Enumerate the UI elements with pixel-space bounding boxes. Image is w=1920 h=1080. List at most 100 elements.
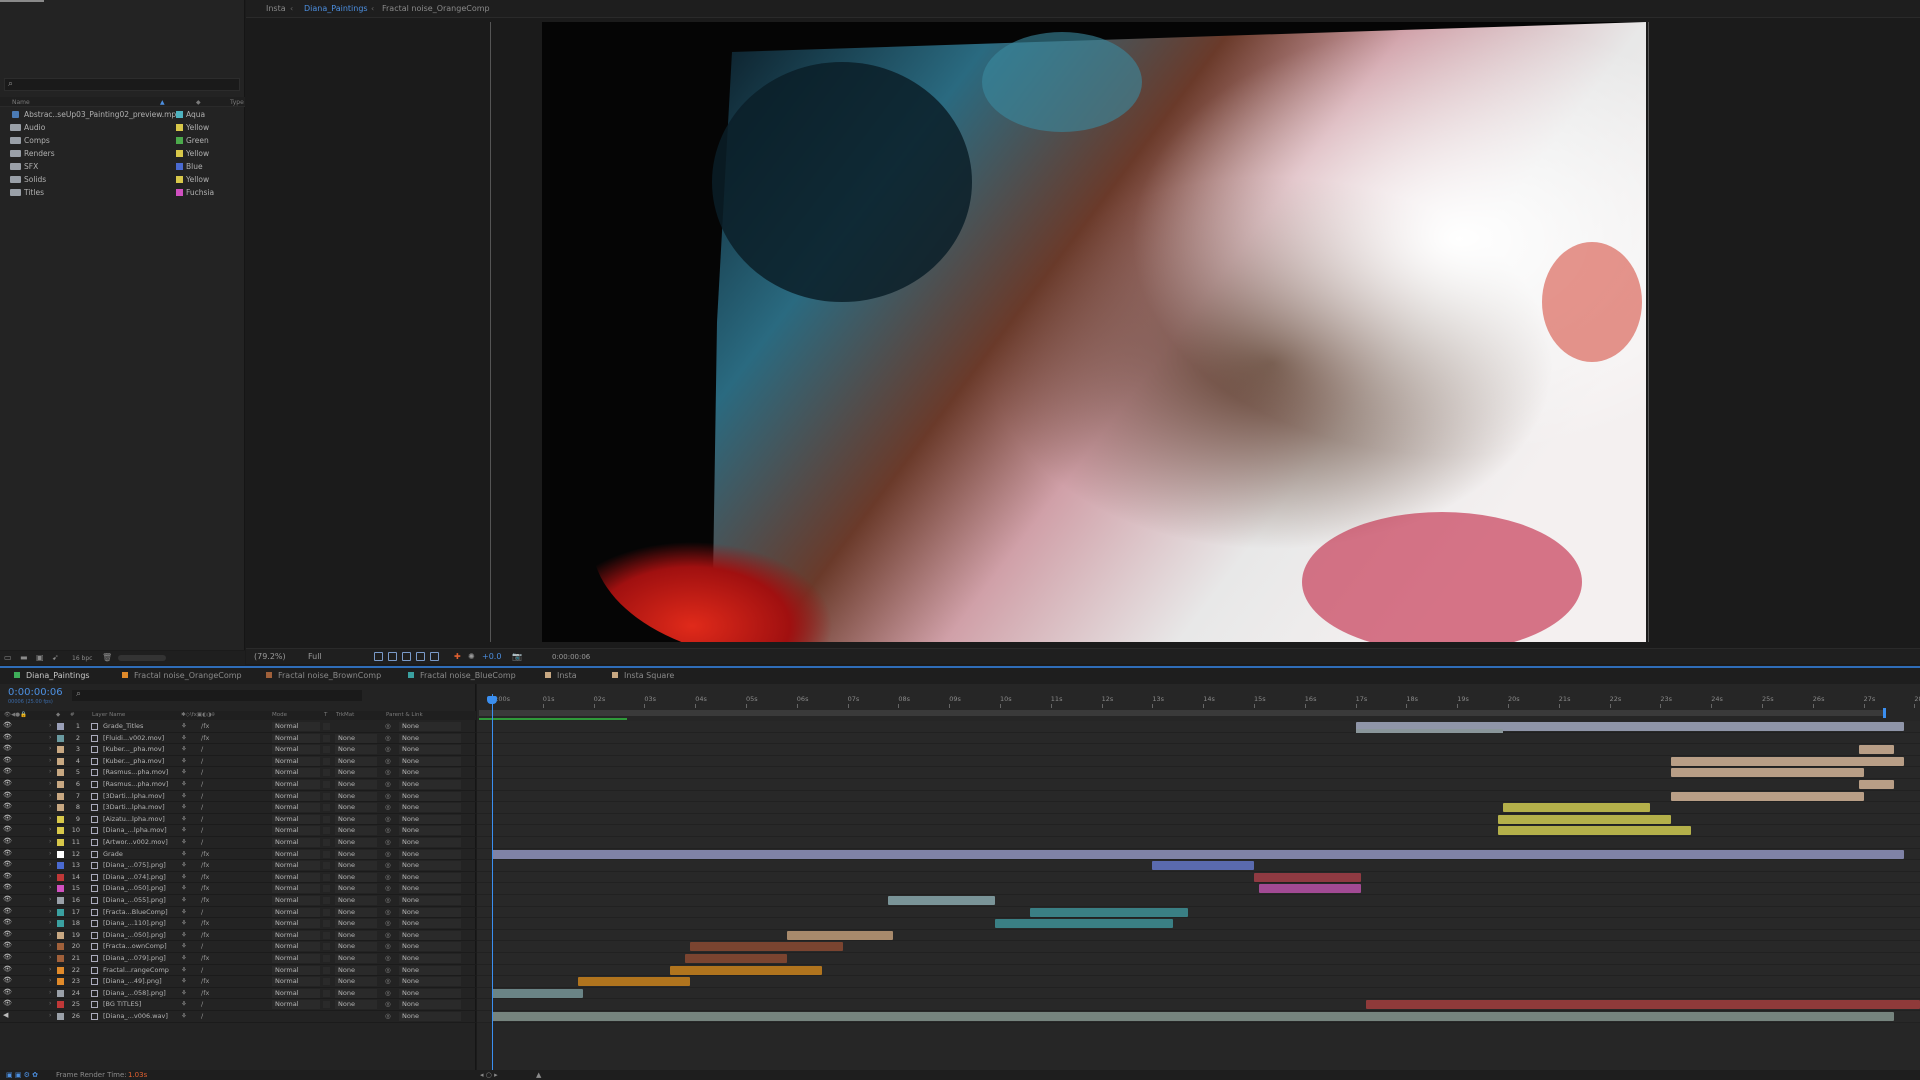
eye-icon[interactable]: 👁 [3,918,12,926]
blend-mode-dropdown[interactable]: Normal [272,942,320,952]
layer-name[interactable]: [3Darti...lpha.mov] [103,792,165,800]
layer-name[interactable]: [Rasmus...pha.mov] [103,780,168,788]
quality-icon[interactable]: / [201,908,203,916]
composition-frame[interactable] [542,22,1646,642]
transparency-grid-icon[interactable] [388,652,397,661]
track-matte-dropdown[interactable]: None [335,872,377,882]
layer-row[interactable]: 👁 › 23 [Diana_...49].png] ⚘ /fx Normal None ◎ Non… [0,976,476,988]
project-item[interactable]: Titles Fuchsia [0,186,245,199]
parent-pickwhip-icon[interactable]: ◎ [385,780,391,788]
parent-dropdown[interactable]: None [399,780,461,789]
layer-duration-bar[interactable] [1858,745,1895,755]
layer-label-color[interactable] [57,955,64,962]
layer-track[interactable] [477,779,1920,791]
shy-icon[interactable]: ⚘ [181,838,187,846]
layer-label-color[interactable] [57,931,64,939]
project-item[interactable]: Audio Yellow [0,121,245,134]
expand-arrow-icon[interactable]: › [49,757,51,764]
shy-icon[interactable]: ⚘ [181,989,187,997]
shy-icon[interactable]: ⚘ [181,850,187,858]
blend-mode-dropdown[interactable]: Normal [272,872,320,882]
layer-row[interactable]: 👁 › 18 [Diana_...110].png] ⚘ /fx Normal None ◎ No… [0,918,476,930]
shy-icon[interactable]: ⚘ [181,884,187,892]
blend-mode-dropdown[interactable]: Normal [272,756,320,766]
blend-mode-dropdown[interactable]: Normal [272,896,320,905]
toggle-switches-icon[interactable]: ▣ ▣ ⚙ ✿ [6,1071,38,1079]
parent-pickwhip-icon[interactable]: ◎ [385,803,391,811]
parent-dropdown[interactable]: None [399,919,461,929]
layer-track[interactable] [477,906,1920,919]
expand-arrow-icon[interactable]: › [49,722,51,729]
layer-label-color[interactable] [57,966,64,974]
layer-row[interactable]: 👁 › 5 [Rasmus...pha.mov] ⚘ / Normal None ◎ None [0,767,476,779]
layer-track[interactable] [477,802,1920,814]
blend-mode-dropdown[interactable]: Normal [272,930,320,940]
parent-dropdown[interactable]: None [399,768,461,778]
preserve-transparency-toggle[interactable] [323,989,330,997]
fx-icon[interactable]: fx [203,861,209,869]
preserve-transparency-toggle[interactable] [323,955,330,962]
eye-icon[interactable]: 👁 [3,883,12,891]
label-color-swatch[interactable] [176,189,183,196]
track-matte-dropdown[interactable]: None [335,907,377,917]
parent-dropdown[interactable]: None [399,745,461,755]
track-matte-dropdown[interactable]: None [335,930,377,940]
label-column-icon[interactable]: ◆ [56,712,60,718]
expand-arrow-icon[interactable]: › [49,838,51,845]
layer-row[interactable]: 👁 › 13 [Diana_...075].png] ⚘ /fx Normal None ◎ No… [0,860,476,872]
preserve-transparency-toggle[interactable] [323,931,330,939]
parent-pickwhip-icon[interactable]: ◎ [385,896,391,904]
quality-icon[interactable]: / [201,792,203,800]
blend-mode-dropdown[interactable]: Normal [272,954,320,963]
layer-row[interactable]: 👁 › 14 [Diana_...074].png] ⚘ /fx Normal None ◎ No… [0,872,476,884]
color-management-icon[interactable]: ✚ [454,652,461,661]
layer-track[interactable] [477,755,1920,768]
blend-mode-dropdown[interactable]: Normal [272,907,320,917]
timeline-tab[interactable]: Insta [545,671,577,680]
expand-arrow-icon[interactable]: › [49,780,51,787]
layer-duration-bar[interactable] [1030,907,1188,917]
layer-name[interactable]: [Aizatu...lpha.mov] [103,815,165,823]
preserve-transparency-toggle[interactable] [323,757,330,765]
expand-arrow-icon[interactable]: › [49,745,51,752]
layer-track[interactable] [477,964,1920,977]
expand-arrow-icon[interactable]: › [49,884,51,891]
eye-icon[interactable]: 👁 [3,895,12,903]
shy-icon[interactable]: ⚘ [181,954,187,962]
parent-pickwhip-icon[interactable]: ◎ [385,942,391,950]
layer-label-color[interactable] [57,746,64,754]
layer-label-color[interactable] [57,850,64,858]
shy-icon[interactable]: ⚘ [181,942,187,950]
viewer-timecode[interactable]: 0:00:00:06 [552,653,590,661]
shy-icon[interactable]: ⚘ [181,1012,187,1020]
exposure-icon[interactable]: ✺ [468,652,475,661]
eye-icon[interactable]: 👁 [3,721,12,729]
layer-duration-bar[interactable] [492,849,1905,859]
layer-row[interactable]: 👁 › 21 [Diana_...079].png] ⚘ /fx Normal None ◎ No… [0,953,476,965]
preserve-transparency-toggle[interactable] [323,966,330,974]
layer-duration-bar[interactable] [1259,884,1361,894]
label-color-swatch[interactable] [176,163,183,170]
layer-row[interactable]: 👁 › 1 Grade_Titles ⚘ /fx Normal ◎ None [0,721,476,733]
parent-pickwhip-icon[interactable]: ◎ [385,884,391,892]
expand-arrow-icon[interactable]: › [49,931,51,938]
quality-icon[interactable]: / [201,942,203,950]
quality-icon[interactable]: / [201,757,203,765]
layer-label-color[interactable] [57,781,64,788]
new-folder-icon[interactable]: ▬ [20,653,28,662]
fx-icon[interactable]: fx [203,989,209,997]
layer-label-color[interactable] [57,769,64,777]
layer-track[interactable] [477,825,1920,837]
new-comp-icon[interactable]: ▣ [36,653,44,662]
shy-icon[interactable]: ⚘ [181,873,187,881]
parent-pickwhip-icon[interactable]: ◎ [385,722,391,730]
layer-name[interactable]: [Diana_...050].png] [103,884,166,892]
layer-name[interactable]: [3Darti...lpha.mov] [103,803,165,811]
layer-row[interactable]: 👁 › 9 [Aizatu...lpha.mov] ⚘ / Normal None ◎ None [0,814,476,826]
project-item[interactable]: Abstrac..seUp03_Painting02_preview.mp4 Aq… [0,108,245,121]
av-switches-icon[interactable]: 👁◀●🔒 [4,712,27,718]
eye-icon[interactable]: 👁 [3,802,12,810]
layer-row[interactable]: 👁 › 4 [Kuber..._pha.mov] ⚘ / Normal None ◎ None [0,756,476,768]
guides-icon[interactable] [416,652,425,661]
shy-icon[interactable]: ⚘ [181,803,187,811]
